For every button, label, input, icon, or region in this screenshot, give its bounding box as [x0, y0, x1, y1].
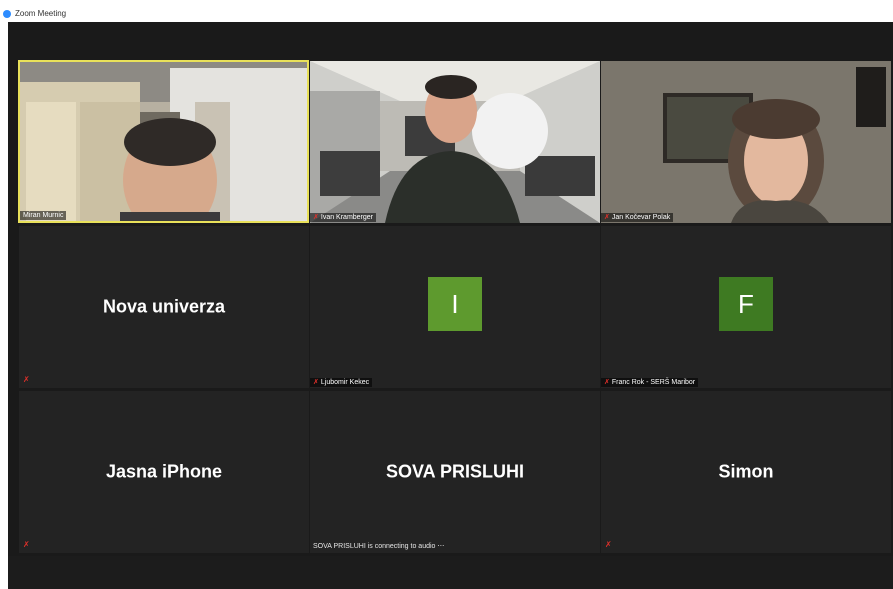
muted-mic-icon: ✗ [23, 375, 30, 384]
participant-name-tag: ✗ Ljubomir Kekec [310, 378, 373, 387]
muted-mic-icon: ✗ [605, 540, 612, 549]
title-bar: Zoom Meeting [0, 0, 893, 22]
video-tile-miran[interactable]: Miran Murnic [18, 60, 309, 223]
zoom-logo-icon [3, 10, 11, 18]
participant-tile-nova-univerza[interactable]: Nova univerza ✗ [19, 226, 309, 388]
participant-video [601, 61, 891, 223]
participant-tile-ljubomir[interactable]: I ✗ Ljubomir Kekec [310, 226, 600, 388]
participant-display-name: Nova univerza [102, 296, 226, 317]
muted-mic-icon: ✗ [604, 379, 610, 386]
participant-tile-franc[interactable]: F ✗ Franc Rok - SERŠ Maribor [601, 226, 891, 388]
avatar: I [428, 277, 482, 331]
avatar: F [719, 277, 773, 331]
participant-display-name: Jasna iPhone [105, 461, 223, 482]
video-tile-jan[interactable]: ✗ Jan Kočevar Polak [601, 61, 891, 223]
bottom-toolbar [8, 556, 893, 589]
participant-name-tag: Miran Murnic [20, 211, 67, 220]
muted-mic-icon: ✗ [313, 214, 319, 221]
participant-name-tag: ✗ Ivan Kramberger [310, 213, 377, 222]
participant-tile-jasna[interactable]: Jasna iPhone ✗ [19, 391, 309, 553]
participant-name-tag: ✗ Franc Rok - SERŠ Maribor [601, 378, 699, 387]
muted-mic-icon: ✗ [23, 540, 30, 549]
participant-video [310, 61, 600, 223]
participant-display-name: SOVA PRISLUHI [385, 461, 524, 482]
muted-mic-icon: ✗ [604, 214, 610, 221]
participant-video [20, 62, 307, 221]
audio-connecting-status: SOVA PRISLUHI is connecting to audio ⋯ [313, 543, 445, 550]
participant-display-name: Simon [718, 461, 774, 482]
video-tile-ivan[interactable]: ✗ Ivan Kramberger [310, 61, 600, 223]
window-title: Zoom Meeting [15, 9, 67, 18]
participant-tile-sova[interactable]: SOVA PRISLUHI SOVA PRISLUHI is connectin… [310, 391, 600, 553]
participant-tile-simon[interactable]: Simon ✗ [601, 391, 891, 553]
muted-mic-icon: ✗ [313, 379, 319, 386]
participant-name-tag: ✗ Jan Kočevar Polak [601, 213, 674, 222]
